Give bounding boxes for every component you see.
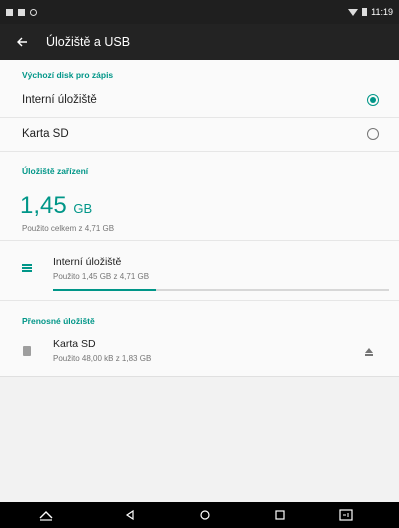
section-header-device-storage: Úložiště zařízení	[22, 166, 89, 176]
nav-home-icon	[200, 510, 210, 520]
nav-recents-icon	[275, 510, 285, 520]
divider	[0, 240, 399, 241]
storage-progress-fill	[53, 289, 157, 291]
internal-storage-subtitle: Použito 1,45 GB z 4,71 GB	[53, 272, 150, 281]
option-internal-storage[interactable]: Interní úložiště	[0, 86, 399, 114]
sd-card-title: Karta SD	[53, 338, 96, 350]
option-label: Karta SD	[22, 128, 69, 140]
sd-card-subtitle: Použito 48,00 kB z 1,83 GB	[53, 354, 152, 363]
status-notification-icons	[6, 8, 37, 16]
section-header-portable-storage: Přenosné úložiště	[22, 316, 95, 326]
eject-icon[interactable]	[365, 348, 373, 356]
app-bar: Úložiště a USB	[0, 24, 399, 60]
status-bar: 11:19	[0, 0, 399, 24]
radio-selected-icon[interactable]	[367, 94, 379, 106]
divider	[0, 300, 399, 301]
storage-used-summary: 1,45 GB	[20, 192, 92, 220]
screenshot-notification-icon	[6, 8, 13, 16]
section-header-default-disk: Výchozí disk pro zápis	[22, 70, 114, 80]
storage-list-icon	[22, 264, 32, 272]
nav-screenshot-button[interactable]	[334, 502, 358, 528]
back-button[interactable]	[4, 24, 40, 60]
nav-keyboard-button[interactable]	[34, 502, 58, 528]
sd-card-icon	[23, 346, 31, 356]
nav-screenshot-icon	[339, 509, 353, 521]
status-system-icons: 11:19	[348, 7, 393, 17]
navigation-bar	[0, 502, 399, 528]
divider	[0, 151, 399, 152]
back-arrow-icon	[17, 37, 27, 47]
option-sd-card[interactable]: Karta SD	[0, 120, 399, 148]
sd-card-item[interactable]: Karta SD Použito 48,00 kB z 1,83 GB	[0, 332, 399, 372]
battery-icon	[362, 8, 368, 16]
nav-home-button[interactable]	[193, 502, 217, 528]
nav-back-icon	[125, 509, 134, 521]
divider	[0, 117, 399, 118]
internal-storage-item[interactable]: Interní úložiště Použito 1,45 GB z 4,71 …	[0, 246, 399, 296]
nav-recents-button[interactable]	[268, 502, 292, 528]
radio-unselected-icon[interactable]	[367, 128, 379, 140]
settings-content: Výchozí disk pro zápis Interní úložiště …	[0, 60, 399, 377]
storage-progress-bar	[53, 289, 389, 291]
page-title: Úložiště a USB	[46, 35, 131, 49]
file-notification-icon	[18, 8, 25, 16]
storage-used-unit: GB	[73, 201, 93, 216]
internal-storage-title: Interní úložiště	[53, 256, 122, 268]
nav-back-button[interactable]	[118, 502, 142, 528]
storage-used-total: Použito celkem z 4,71 GB	[22, 224, 115, 233]
storage-used-value: 1,45	[20, 192, 67, 219]
wifi-icon	[348, 8, 359, 16]
status-time: 11:19	[371, 7, 393, 17]
option-label: Interní úložiště	[22, 94, 97, 106]
nav-keyboard-icon	[39, 511, 53, 521]
sync-notification-icon	[30, 8, 37, 16]
